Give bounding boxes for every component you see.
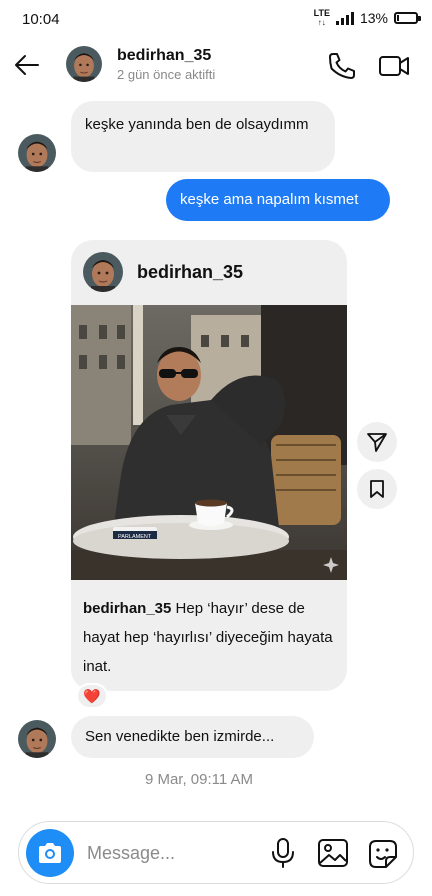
share-post-button[interactable]: [357, 422, 397, 462]
message-bubble-incoming[interactable]: Sen venedikte ben izmirde...: [71, 716, 314, 758]
back-button[interactable]: [12, 50, 42, 80]
chat-header: bedirhan_35 2 gün önce aktifti: [0, 36, 432, 96]
signal-icon: [335, 11, 354, 25]
status-bar: 10:04 LTE ↑↓ 13%: [0, 0, 432, 36]
camera-button[interactable]: [26, 829, 74, 877]
save-post-button[interactable]: [357, 469, 397, 509]
voice-call-button[interactable]: [326, 50, 358, 82]
video-camera-icon: [379, 56, 409, 76]
header-username[interactable]: bedirhan_35: [117, 47, 211, 65]
message-composer: [18, 821, 414, 884]
shared-post-card[interactable]: bedirhan_35 PARLAMENT bedirhan_35 Hep ‘h…: [71, 240, 347, 691]
post-author-avatar[interactable]: [83, 252, 123, 292]
sticker-button[interactable]: [367, 838, 399, 870]
send-icon: [367, 433, 387, 452]
post-image-pack-label: PARLAMENT: [118, 534, 152, 540]
battery-percent: 13%: [359, 10, 388, 26]
message-bubble-incoming[interactable]: keşke yanında ben de olsaydımm: [71, 101, 335, 172]
gallery-icon: [318, 839, 348, 867]
voice-message-button[interactable]: [269, 837, 297, 869]
sender-avatar[interactable]: [18, 720, 56, 758]
message-input[interactable]: [87, 836, 257, 870]
phone-icon: [329, 53, 355, 79]
sticker-icon: [369, 840, 397, 868]
bookmark-icon: [370, 480, 384, 498]
back-arrow-icon: [15, 55, 39, 75]
message-bubble-outgoing[interactable]: keşke ama napalım kısmet: [166, 179, 390, 221]
network-indicator: LTE ↑↓: [313, 8, 330, 28]
post-image[interactable]: PARLAMENT: [71, 305, 347, 580]
post-author-name[interactable]: bedirhan_35: [137, 262, 243, 283]
header-active-status: 2 gün önce aktifti: [117, 67, 216, 82]
gallery-button[interactable]: [317, 838, 349, 868]
message-timestamp: 9 Mar, 09:11 AM: [144, 771, 254, 788]
header-avatar[interactable]: [66, 46, 102, 82]
status-time: 10:04: [22, 11, 60, 28]
sender-avatar[interactable]: [18, 134, 56, 172]
video-call-button[interactable]: [377, 50, 411, 82]
camera-icon: [39, 843, 61, 863]
microphone-icon: [272, 838, 294, 868]
heart-reaction[interactable]: ❤️: [76, 683, 108, 709]
caption-author[interactable]: bedirhan_35: [83, 600, 171, 617]
status-indicators: LTE ↑↓ 13%: [313, 8, 421, 28]
post-caption: bedirhan_35 Hep ‘hayır’ dese de hayat he…: [83, 594, 341, 681]
battery-icon: [394, 12, 421, 24]
